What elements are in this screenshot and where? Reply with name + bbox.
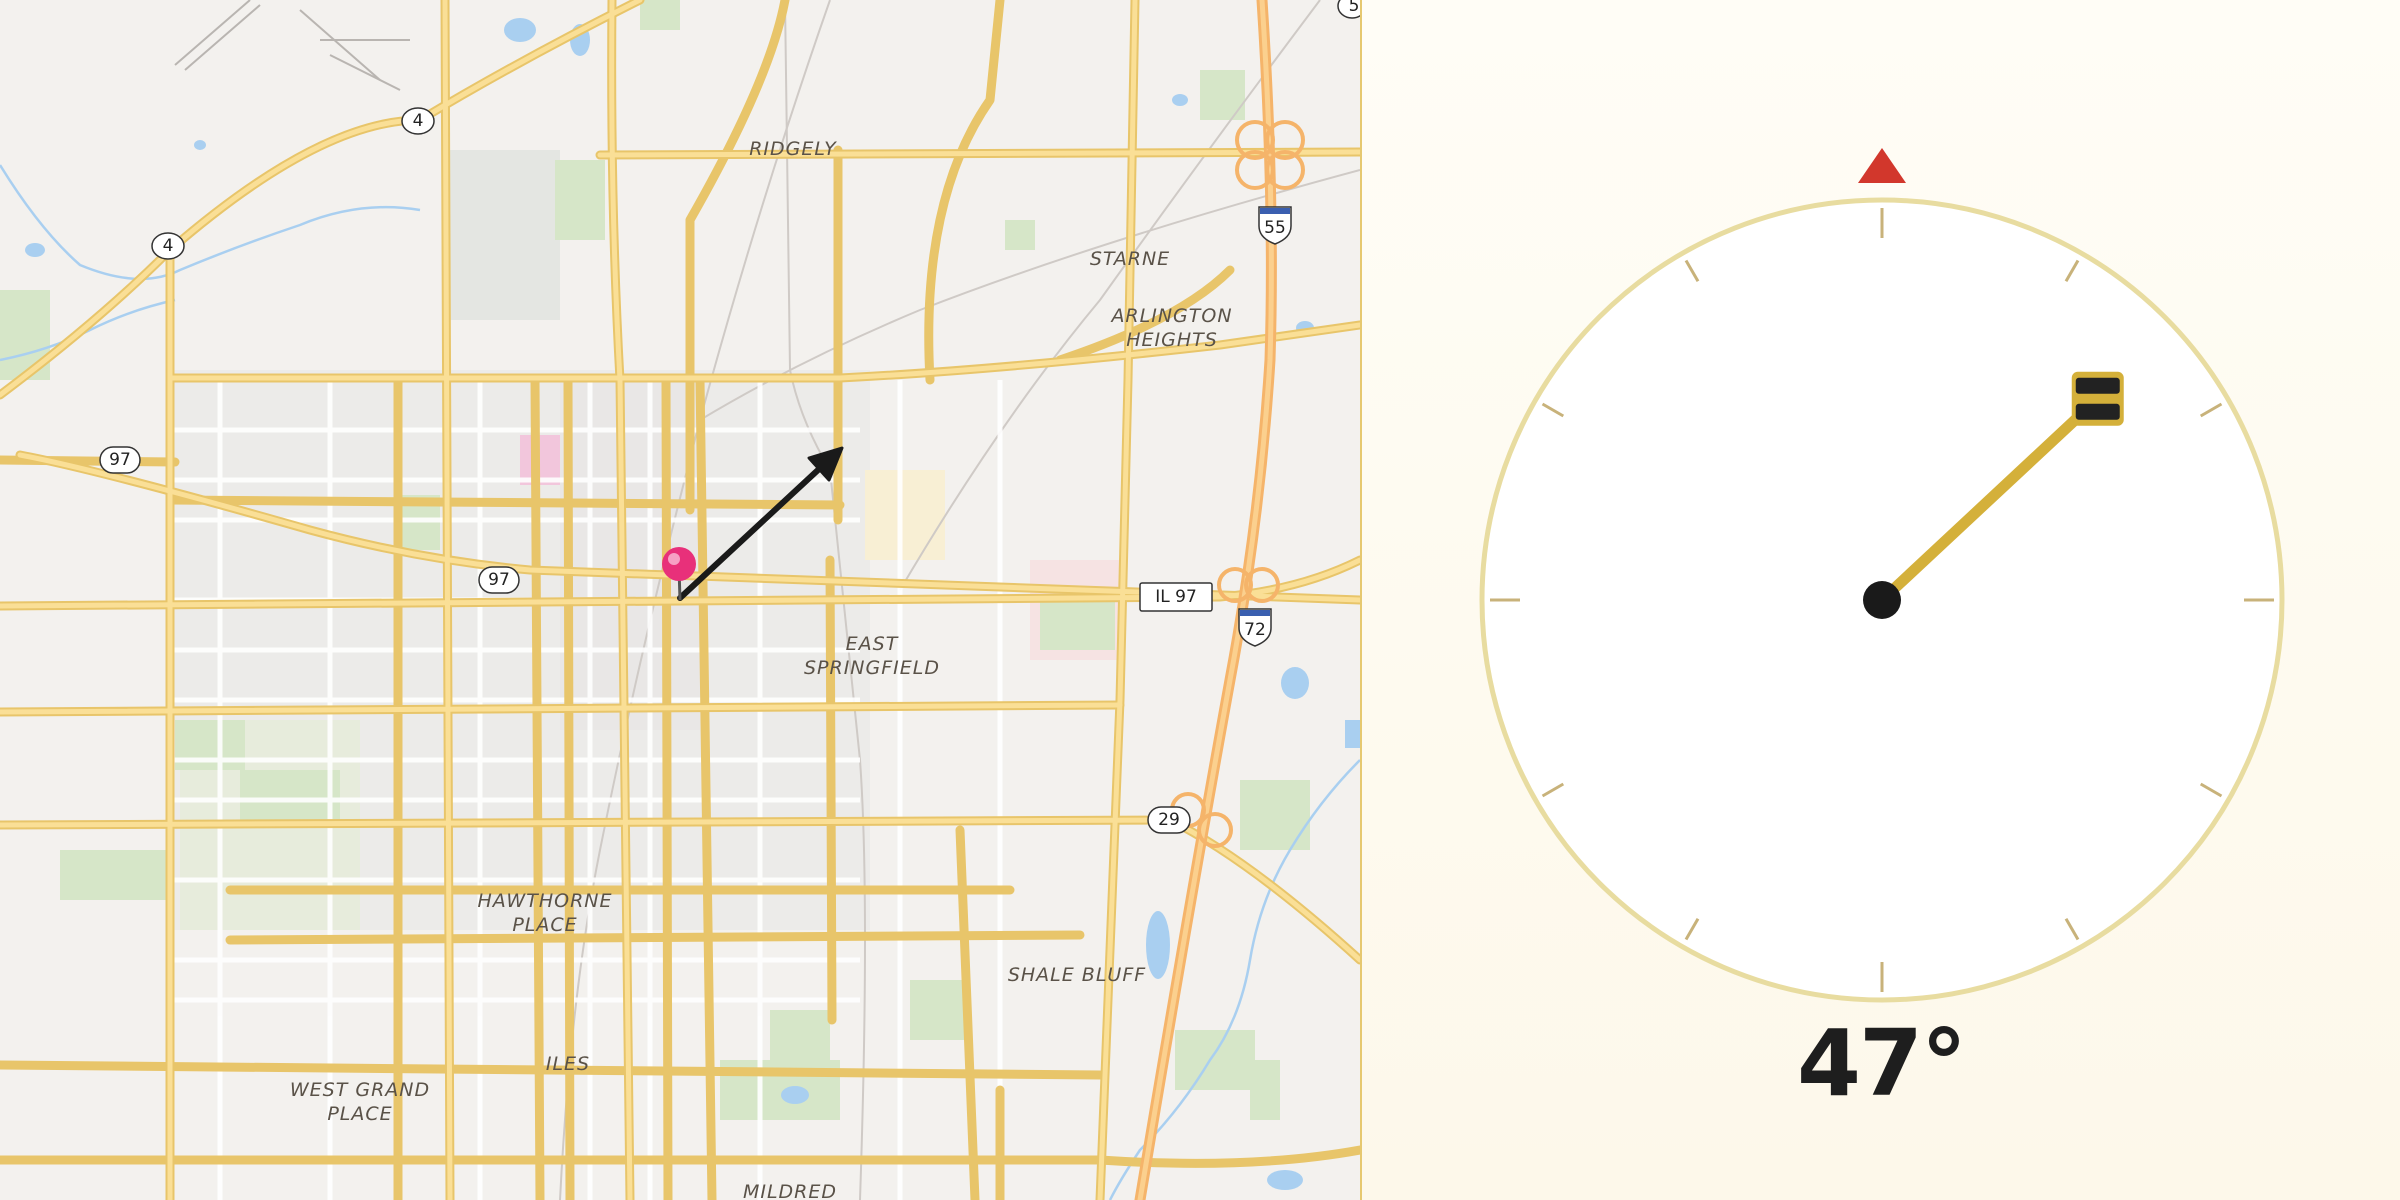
place-label-arlington-heights-1: ARLINGTON bbox=[1109, 305, 1232, 327]
place-label-arlington-heights-2: HEIGHTS bbox=[1126, 329, 1218, 351]
heading-readout: 47° bbox=[1796, 1010, 1967, 1117]
place-label-west-grand-place-2: PLACE bbox=[327, 1103, 392, 1125]
svg-text:5: 5 bbox=[1349, 0, 1360, 16]
place-label-starne: STARNE bbox=[1090, 248, 1170, 270]
place-label-west-grand-place-1: WEST GRAND bbox=[290, 1079, 430, 1101]
svg-text:97: 97 bbox=[488, 570, 510, 590]
svg-text:4: 4 bbox=[163, 236, 174, 256]
svg-text:97: 97 bbox=[109, 450, 131, 470]
route-shield-4-north: 4 bbox=[401, 107, 435, 135]
place-label-east-springfield-2: SPRINGFIELD bbox=[804, 657, 940, 679]
svg-text:55: 55 bbox=[1264, 218, 1286, 238]
route-shield-97-center: 97 bbox=[478, 566, 520, 594]
compass-center-dot bbox=[1863, 581, 1901, 619]
map-view[interactable]: RIDGELY STARNE ARLINGTON HEIGHTS EAST SP… bbox=[0, 0, 1360, 1200]
compass-panel: 47° bbox=[1362, 0, 2400, 1200]
place-label-hawthorne-place-2: PLACE bbox=[512, 914, 577, 936]
north-triangle-icon bbox=[1858, 148, 1906, 183]
place-label-east-springfield-1: EAST bbox=[846, 633, 899, 655]
place-label-ridgely: RIDGELY bbox=[749, 138, 837, 160]
route-shield-97-west: 97 bbox=[99, 446, 141, 474]
svg-text:72: 72 bbox=[1244, 620, 1266, 640]
map-canvas[interactable]: RIDGELY STARNE ARLINGTON HEIGHTS EAST SP… bbox=[0, 0, 1360, 1200]
svg-text:IL 97: IL 97 bbox=[1155, 587, 1197, 607]
place-label-shale-bluff: SHALE BLUFF bbox=[1008, 964, 1146, 986]
route-shield-29: 29 bbox=[1147, 806, 1191, 834]
svg-text:29: 29 bbox=[1158, 810, 1180, 830]
place-label-iles: ILES bbox=[546, 1053, 590, 1075]
route-shield-4-west: 4 bbox=[151, 232, 185, 260]
place-label-mildred: MILDRED bbox=[743, 1181, 837, 1200]
route-shield-il-97: IL 97 bbox=[1139, 582, 1213, 612]
place-label-hawthorne-place-1: HAWTHORNE bbox=[477, 890, 612, 912]
svg-text:4: 4 bbox=[413, 111, 424, 131]
heading-handle bbox=[2071, 371, 2124, 426]
